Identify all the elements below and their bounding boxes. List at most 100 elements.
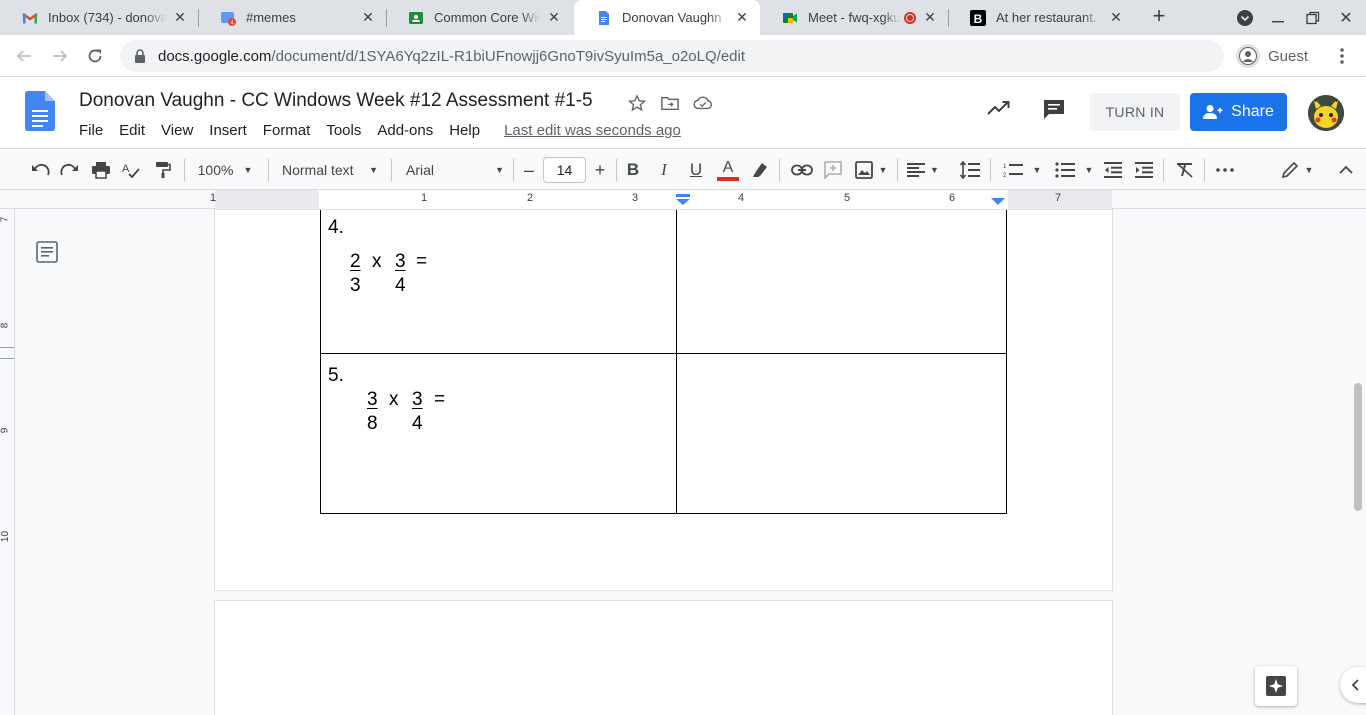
redo-icon[interactable] — [58, 158, 82, 182]
activity-trend-icon[interactable] — [987, 100, 1011, 121]
menu-help[interactable]: Help — [449, 122, 480, 139]
more-horiz-icon[interactable] — [1213, 158, 1237, 182]
menu-edit[interactable]: Edit — [119, 122, 145, 139]
add-comment-icon[interactable] — [821, 158, 845, 182]
account-avatar[interactable] — [1308, 95, 1344, 131]
font-family-select[interactable]: Arial ▼ — [402, 158, 508, 182]
bulleted-list-icon[interactable]: ▼ — [1052, 158, 1096, 182]
minimize-icon[interactable] — [1266, 6, 1290, 30]
explore-button[interactable] — [1255, 666, 1297, 706]
vertical-scrollbar[interactable] — [1351, 210, 1366, 715]
tab-docs-active[interactable]: Donovan Vaughn - CC ✕ — [574, 0, 760, 35]
close-window-icon[interactable]: ✕ — [1334, 6, 1358, 30]
comment-history-icon[interactable] — [1042, 98, 1066, 125]
toolbar-separator — [897, 159, 898, 181]
scrollbar-thumb[interactable] — [1354, 383, 1362, 511]
chevron-up-icon[interactable] — [1335, 158, 1357, 182]
share-button[interactable]: Share — [1190, 93, 1287, 131]
clear-formatting-icon[interactable] — [1173, 158, 1197, 182]
equals-sign[interactable]: = — [416, 251, 427, 273]
star-icon[interactable] — [627, 93, 647, 113]
zoom-select[interactable]: 100% ▼ — [190, 158, 260, 182]
tab-meet[interactable]: Meet - fwq-xgku ✕ — [760, 0, 948, 35]
close-icon[interactable]: ✕ — [1108, 9, 1124, 26]
lock-icon[interactable] — [134, 49, 146, 63]
left-indent-marker-icon[interactable] — [675, 194, 691, 206]
restore-icon[interactable] — [1301, 6, 1325, 30]
paint-format-icon[interactable] — [151, 158, 175, 182]
more-vert-icon[interactable] — [1332, 45, 1352, 67]
tab-gmail[interactable]: Inbox (734) - donovan ✕ — [0, 0, 198, 35]
text-color-icon[interactable]: A — [715, 158, 741, 182]
question-number[interactable]: 4. — [328, 217, 344, 239]
font-size-input[interactable]: 14 — [543, 157, 586, 183]
line-spacing-icon[interactable] — [958, 158, 982, 182]
meet-icon — [782, 10, 798, 26]
tab-search-icon[interactable] — [1233, 6, 1257, 30]
highlight-color-icon[interactable] — [748, 158, 772, 182]
person-icon — [1236, 44, 1260, 68]
chevron-down-icon: ▼ — [369, 165, 378, 175]
document-title[interactable]: Donovan Vaughn - CC Windows Week #12 Ass… — [79, 90, 593, 112]
document-outline-icon[interactable] — [36, 241, 58, 263]
horizontal-ruler[interactable]: 1 1 2 3 4 5 6 7 — [0, 190, 1366, 209]
insert-link-icon[interactable] — [789, 158, 815, 182]
chevron-down-icon: ▼ — [1304, 165, 1314, 175]
turn-in-button[interactable]: TURN IN — [1090, 93, 1180, 131]
close-icon[interactable]: ✕ — [734, 9, 750, 26]
last-edit-link[interactable]: Last edit was seconds ago — [504, 122, 681, 139]
close-icon[interactable]: ✕ — [922, 9, 938, 26]
vertical-ruler[interactable]: 7 8 9 10 — [0, 209, 15, 715]
paragraph-style-select[interactable]: Normal text ▼ — [276, 158, 384, 182]
editing-mode-icon[interactable]: ▼ — [1276, 158, 1318, 182]
ruler-number: 5 — [844, 192, 851, 204]
tab-classroom[interactable]: Common Core Windows ✕ — [386, 0, 572, 35]
multiply-operator[interactable]: x — [389, 389, 399, 411]
menu-addons[interactable]: Add-ons — [377, 122, 433, 139]
profile-button[interactable]: Guest — [1236, 41, 1308, 71]
bold-icon[interactable]: B — [621, 158, 645, 182]
close-icon[interactable]: ✕ — [172, 9, 188, 26]
menu-tools[interactable]: Tools — [326, 122, 361, 139]
question-number[interactable]: 5. — [328, 365, 344, 387]
align-left-icon[interactable]: ▼ — [905, 158, 941, 182]
forward-arrow-icon[interactable] — [48, 44, 72, 68]
increase-font-size-icon[interactable]: + — [589, 158, 611, 182]
document-page[interactable] — [215, 601, 1112, 715]
ruler-number: 3 — [632, 192, 639, 204]
equals-sign[interactable]: = — [434, 389, 445, 411]
docs-logo-icon[interactable] — [25, 91, 55, 131]
tab-brainly[interactable]: B At her restaurant. Yo ✕ — [948, 0, 1134, 35]
cloud-saved-icon[interactable] — [693, 93, 713, 113]
print-icon[interactable] — [89, 158, 113, 182]
undo-icon[interactable] — [28, 158, 52, 182]
numbered-list-icon[interactable]: 1 2 ▼ — [1000, 158, 1044, 182]
menu-format[interactable]: Format — [263, 122, 311, 139]
menu-view[interactable]: View — [161, 122, 193, 139]
spellcheck-icon[interactable]: A — [119, 158, 143, 182]
ruler-number: 6 — [949, 192, 956, 204]
url-path: /document/d/1SYA6Yq2zIL-R1biUFnowjj6GnoT… — [271, 47, 746, 65]
menu-insert[interactable]: Insert — [209, 122, 247, 139]
menu-file[interactable]: File — [79, 122, 103, 139]
close-icon[interactable]: ✕ — [360, 9, 376, 26]
decrease-indent-icon[interactable] — [1101, 158, 1125, 182]
fraction-b[interactable]: 3 4 — [395, 251, 406, 296]
italic-icon[interactable]: I — [652, 158, 676, 182]
tab-memes[interactable]: 4 #memes ✕ — [198, 0, 386, 35]
multiply-operator[interactable]: x — [372, 251, 382, 273]
back-arrow-icon[interactable] — [12, 44, 36, 68]
new-tab-plus-icon[interactable]: + — [1148, 5, 1170, 28]
underline-icon[interactable]: U — [684, 158, 708, 182]
move-folder-icon[interactable] — [660, 93, 680, 113]
fraction-a[interactable]: 3 8 — [367, 389, 378, 434]
decrease-font-size-icon[interactable]: – — [518, 158, 540, 182]
fraction-a[interactable]: 2 3 — [350, 251, 361, 296]
url-input[interactable]: docs.google.com/document/d/1SYA6Yq2zIL-R… — [120, 40, 1224, 72]
close-icon[interactable]: ✕ — [546, 9, 562, 26]
increase-indent-icon[interactable] — [1132, 158, 1156, 182]
insert-image-icon[interactable]: ▼ — [853, 158, 889, 182]
reload-icon[interactable] — [83, 44, 107, 68]
right-indent-marker-icon[interactable] — [990, 197, 1006, 206]
fraction-b[interactable]: 3 4 — [412, 389, 423, 434]
